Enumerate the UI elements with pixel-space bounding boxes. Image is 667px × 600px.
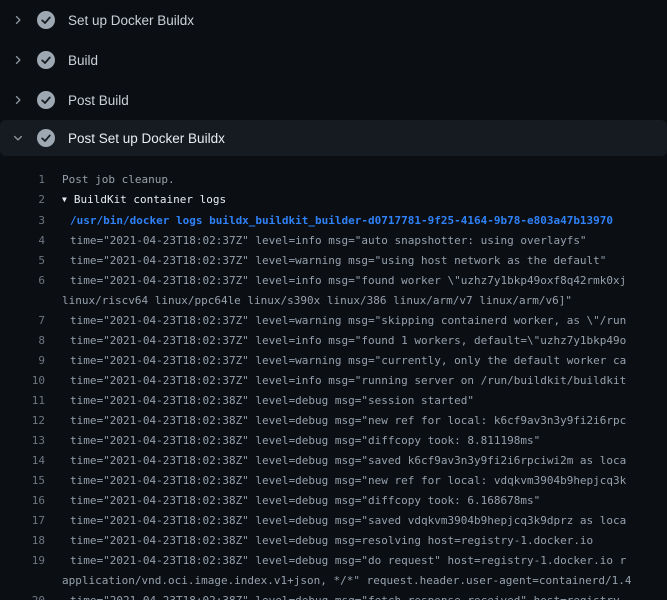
line-number bbox=[0, 291, 45, 311]
line-number[interactable]: 15 bbox=[0, 471, 45, 491]
log-line-text: time="2021-04-23T18:02:37Z" level=info m… bbox=[45, 371, 626, 391]
log-line-text: time="2021-04-23T18:02:37Z" level=warnin… bbox=[45, 251, 606, 271]
chevron-down-icon bbox=[12, 132, 30, 144]
line-number[interactable]: 4 bbox=[0, 231, 45, 251]
log-line-text: time="2021-04-23T18:02:38Z" level=debug … bbox=[45, 511, 626, 531]
step-row-post-set-up-docker-buildx[interactable]: Post Set up Docker Buildx bbox=[0, 120, 667, 156]
log-line: 9time="2021-04-23T18:02:37Z" level=warni… bbox=[0, 351, 667, 371]
log-line: 10time="2021-04-23T18:02:37Z" level=info… bbox=[0, 371, 667, 391]
line-number[interactable]: 9 bbox=[0, 351, 45, 371]
step-row-build[interactable]: Build bbox=[0, 40, 667, 80]
log-line-text: time="2021-04-23T18:02:38Z" level=debug … bbox=[45, 551, 626, 571]
log-command-text: /usr/bin/docker logs buildx_buildkit_bui… bbox=[45, 211, 613, 231]
check-circle-icon bbox=[36, 50, 56, 70]
line-number[interactable]: 17 bbox=[0, 511, 45, 531]
step-row-set-up-docker-buildx[interactable]: Set up Docker Buildx bbox=[0, 0, 667, 40]
log-line: 3/usr/bin/docker logs buildx_buildkit_bu… bbox=[0, 211, 667, 231]
line-number[interactable]: 14 bbox=[0, 451, 45, 471]
line-number[interactable]: 19 bbox=[0, 551, 45, 571]
log-line: 16time="2021-04-23T18:02:38Z" level=debu… bbox=[0, 491, 667, 511]
line-number[interactable]: 10 bbox=[0, 371, 45, 391]
log-line-continuation: application/vnd.oci.image.index.v1+json,… bbox=[0, 571, 667, 591]
log-line-text: time="2021-04-23T18:02:37Z" level=info m… bbox=[45, 271, 626, 291]
log-line: 7time="2021-04-23T18:02:37Z" level=warni… bbox=[0, 311, 667, 331]
chevron-right-icon bbox=[12, 94, 30, 106]
step-label: Post Set up Docker Buildx bbox=[68, 131, 225, 146]
line-number[interactable]: 11 bbox=[0, 391, 45, 411]
log-line-text: application/vnd.oci.image.index.v1+json,… bbox=[45, 571, 632, 591]
chevron-right-icon bbox=[12, 14, 30, 26]
log-line: 15time="2021-04-23T18:02:38Z" level=debu… bbox=[0, 471, 667, 491]
log-line-text: time="2021-04-23T18:02:38Z" level=debug … bbox=[45, 491, 540, 511]
step-row-post-build[interactable]: Post Build bbox=[0, 80, 667, 120]
line-number[interactable]: 13 bbox=[0, 431, 45, 451]
log-line: 6time="2021-04-23T18:02:37Z" level=info … bbox=[0, 271, 667, 291]
log-group-title: BuildKit container logs bbox=[74, 193, 226, 206]
log-output: 1Post job cleanup.2 ▼ BuildKit container l… bbox=[0, 156, 667, 600]
log-line-text: linux/riscv64 linux/ppc64le linux/s390x … bbox=[45, 291, 572, 311]
line-number[interactable]: 5 bbox=[0, 251, 45, 271]
check-circle-icon bbox=[36, 10, 56, 30]
log-line: 17time="2021-04-23T18:02:38Z" level=debu… bbox=[0, 511, 667, 531]
triangle-down-icon: ▼ bbox=[62, 190, 67, 210]
step-label: Post Build bbox=[68, 93, 129, 108]
line-number bbox=[0, 571, 45, 591]
log-line-text: time="2021-04-23T18:02:38Z" level=debug … bbox=[45, 391, 474, 411]
line-number[interactable]: 1 bbox=[0, 170, 45, 190]
log-line-text: time="2021-04-23T18:02:38Z" level=debug … bbox=[45, 451, 626, 471]
log-line-text: time="2021-04-23T18:02:37Z" level=info m… bbox=[45, 231, 587, 251]
step-label: Build bbox=[68, 53, 98, 68]
line-number[interactable]: 8 bbox=[0, 331, 45, 351]
log-line-text: time="2021-04-23T18:02:37Z" level=warnin… bbox=[45, 351, 626, 371]
log-line-text: time="2021-04-23T18:02:38Z" level=debug … bbox=[45, 531, 593, 551]
log-line-text: time="2021-04-23T18:02:38Z" level=debug … bbox=[45, 411, 626, 431]
log-line: 14time="2021-04-23T18:02:38Z" level=debu… bbox=[0, 451, 667, 471]
log-line: 4time="2021-04-23T18:02:37Z" level=info … bbox=[0, 231, 667, 251]
check-circle-icon bbox=[36, 90, 56, 110]
steps-list: Set up Docker Buildx Build Post Build Post … bbox=[0, 0, 667, 156]
log-line: 11time="2021-04-23T18:02:38Z" level=debu… bbox=[0, 391, 667, 411]
log-line-text: time="2021-04-23T18:02:37Z" level=warnin… bbox=[45, 311, 626, 331]
line-number[interactable]: 7 bbox=[0, 311, 45, 331]
log-line-text: time="2021-04-23T18:02:38Z" level=debug … bbox=[45, 591, 626, 600]
log-line: 2 ▼ BuildKit container logs bbox=[0, 190, 667, 211]
step-label: Set up Docker Buildx bbox=[68, 13, 194, 28]
log-line: 12time="2021-04-23T18:02:38Z" level=debu… bbox=[0, 411, 667, 431]
log-line-text: time="2021-04-23T18:02:37Z" level=info m… bbox=[45, 331, 626, 351]
log-line: 1Post job cleanup. bbox=[0, 170, 667, 190]
log-line: 18time="2021-04-23T18:02:38Z" level=debu… bbox=[0, 531, 667, 551]
line-number[interactable]: 6 bbox=[0, 271, 45, 291]
line-number[interactable]: 3 bbox=[0, 211, 45, 231]
log-line: 13time="2021-04-23T18:02:38Z" level=debu… bbox=[0, 431, 667, 451]
line-number[interactable]: 16 bbox=[0, 491, 45, 511]
log-group-toggle[interactable]: ▼ BuildKit container logs bbox=[45, 190, 226, 211]
line-number[interactable]: 12 bbox=[0, 411, 45, 431]
log-line-text: time="2021-04-23T18:02:38Z" level=debug … bbox=[45, 431, 540, 451]
log-line: 5time="2021-04-23T18:02:37Z" level=warni… bbox=[0, 251, 667, 271]
line-number[interactable]: 20 bbox=[0, 591, 45, 600]
line-number[interactable]: 2 bbox=[0, 190, 45, 211]
log-line: 19time="2021-04-23T18:02:38Z" level=debu… bbox=[0, 551, 667, 571]
chevron-right-icon bbox=[12, 54, 30, 66]
log-line-text: time="2021-04-23T18:02:38Z" level=debug … bbox=[45, 471, 626, 491]
actions-log-viewer: Set up Docker Buildx Build Post Build Post … bbox=[0, 0, 667, 600]
log-line: 20time="2021-04-23T18:02:38Z" level=debu… bbox=[0, 591, 667, 600]
log-line-text: Post job cleanup. bbox=[45, 170, 175, 190]
check-circle-icon bbox=[36, 128, 56, 148]
log-line: 8time="2021-04-23T18:02:37Z" level=info … bbox=[0, 331, 667, 351]
log-line-continuation: linux/riscv64 linux/ppc64le linux/s390x … bbox=[0, 291, 667, 311]
line-number[interactable]: 18 bbox=[0, 531, 45, 551]
